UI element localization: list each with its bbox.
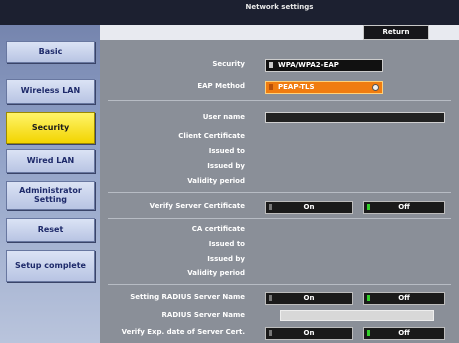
ca-validity-period-label: Validity period	[187, 269, 245, 277]
radio-indicator-icon	[367, 330, 370, 336]
settings-panel: Security WPA/WPA2-EAP EAP Method PEAP-TL…	[100, 40, 459, 343]
off-label: Off	[398, 329, 410, 337]
security-value: WPA/WPA2-EAP	[278, 61, 339, 69]
on-label: On	[303, 329, 315, 337]
user-name-input[interactable]	[265, 112, 445, 123]
divider	[108, 192, 451, 193]
sidebar-item-wired-lan[interactable]: Wired LAN	[6, 149, 95, 173]
radio-indicator-icon	[269, 330, 272, 336]
sidebar-header-strip	[0, 0, 100, 25]
divider	[108, 218, 451, 219]
sidebar-item-setup-complete[interactable]: Setup complete	[6, 250, 95, 282]
security-label: Security	[212, 60, 245, 68]
off-label: Off	[398, 203, 410, 211]
verify-server-cert-on-radio[interactable]: On	[265, 201, 353, 214]
client-certificate-label: Client Certificate	[178, 132, 245, 140]
radio-indicator-icon	[269, 204, 272, 210]
eap-method-value: PEAP-TLS	[278, 83, 315, 91]
sidebar-item-wireless-lan[interactable]: Wireless LAN	[6, 79, 95, 104]
off-label: Off	[398, 294, 410, 302]
verify-server-cert-label: Verify Server Certificate	[149, 202, 245, 210]
sidebar-item-basic[interactable]: Basic	[6, 41, 95, 63]
ca-issued-to-label: Issued to	[208, 240, 245, 248]
eap-method-select[interactable]: PEAP-TLS	[265, 81, 383, 94]
ca-certificate-label: CA certificate	[191, 225, 245, 233]
issued-to-label: Issued to	[208, 147, 245, 155]
radio-indicator-icon	[367, 295, 370, 301]
return-button[interactable]: Return	[363, 25, 429, 40]
radio-indicator-icon	[367, 204, 370, 210]
radius-server-name-label: RADIUS Server Name	[161, 311, 245, 319]
radio-indicator-icon	[269, 295, 272, 301]
user-name-label: User name	[202, 113, 245, 121]
on-label: On	[303, 294, 315, 302]
security-select[interactable]: WPA/WPA2-EAP	[265, 59, 383, 72]
sidebar: Basic Wireless LAN Security Wired LAN Ad…	[0, 0, 100, 343]
sidebar-item-security[interactable]: Security	[6, 112, 95, 144]
verify-exp-on-radio[interactable]: On	[265, 327, 353, 340]
setting-radius-label: Setting RADIUS Server Name	[130, 293, 245, 301]
select-marker-icon	[269, 84, 273, 90]
ca-issued-by-label: Issued by	[207, 255, 245, 263]
validity-period-label: Validity period	[187, 177, 245, 185]
on-label: On	[303, 203, 315, 211]
issued-by-label: Issued by	[207, 162, 245, 170]
setting-radius-off-radio[interactable]: Off	[363, 292, 445, 305]
divider	[108, 284, 451, 285]
verify-server-cert-off-radio[interactable]: Off	[363, 201, 445, 214]
window-title: Network settings	[100, 0, 459, 25]
sidebar-item-administrator-setting[interactable]: Administrator Setting	[6, 181, 95, 210]
verify-exp-label: Verify Exp. date of Server Cert.	[121, 328, 245, 336]
setting-radius-on-radio[interactable]: On	[265, 292, 353, 305]
radius-server-name-input[interactable]	[280, 310, 434, 321]
verify-exp-off-radio[interactable]: Off	[363, 327, 445, 340]
eap-method-label: EAP Method	[197, 82, 245, 90]
dropdown-knob-icon	[372, 84, 379, 91]
divider	[108, 100, 451, 101]
select-marker-icon	[269, 62, 273, 68]
sidebar-item-reset[interactable]: Reset	[6, 218, 95, 242]
